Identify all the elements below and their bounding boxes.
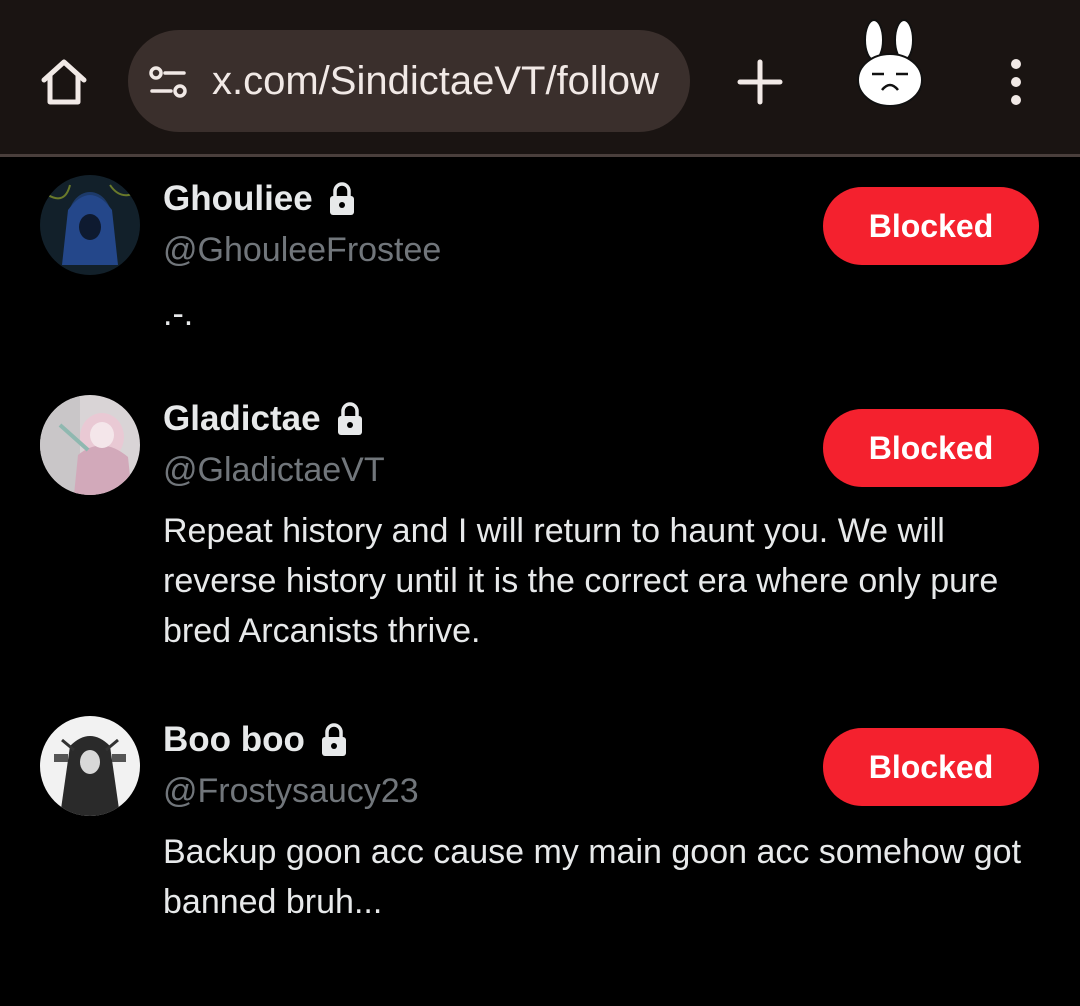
new-tab-button[interactable] bbox=[736, 58, 784, 106]
display-name[interactable]: Gladictae bbox=[163, 399, 365, 439]
bunny-avatar-icon bbox=[857, 19, 923, 107]
bio: .-. bbox=[163, 295, 194, 333]
lock-icon bbox=[321, 723, 346, 756]
home-button[interactable] bbox=[36, 54, 92, 110]
home-icon bbox=[41, 59, 87, 105]
handle[interactable]: @Frostysaucy23 bbox=[163, 772, 419, 811]
plus-icon bbox=[737, 59, 783, 105]
display-name[interactable]: Ghouliee bbox=[163, 179, 357, 219]
address-bar[interactable]: x.com/SindictaeVT/follow bbox=[128, 30, 690, 132]
avatar[interactable] bbox=[40, 716, 140, 816]
more-vertical-icon bbox=[1011, 59, 1021, 105]
avatar[interactable] bbox=[40, 175, 140, 275]
bio: Backup goon acc cause my main goon acc s… bbox=[163, 833, 1022, 921]
display-name-text[interactable]: Boo boo bbox=[163, 720, 305, 760]
handle[interactable]: @GladictaeVT bbox=[163, 451, 385, 490]
blocked-button[interactable]: Blocked bbox=[823, 409, 1039, 487]
more-menu-button[interactable] bbox=[996, 58, 1036, 106]
browser-toolbar: x.com/SindictaeVT/follow bbox=[0, 0, 1080, 157]
lock-icon bbox=[337, 402, 362, 435]
display-name-text[interactable]: Ghouliee bbox=[163, 179, 313, 219]
bio: Repeat history and I will return to haun… bbox=[163, 512, 999, 650]
url-text[interactable]: x.com/SindictaeVT/follow bbox=[212, 54, 682, 108]
display-name[interactable]: Boo boo bbox=[163, 720, 349, 760]
avatar[interactable] bbox=[40, 395, 140, 495]
blocked-button[interactable]: Blocked bbox=[823, 728, 1039, 806]
blocked-button[interactable]: Blocked bbox=[823, 187, 1039, 265]
display-name-text[interactable]: Gladictae bbox=[163, 399, 321, 439]
site-settings-icon[interactable] bbox=[148, 64, 188, 100]
profile-avatar-button[interactable] bbox=[852, 18, 928, 110]
handle[interactable]: @GhouleeFrostee bbox=[163, 231, 441, 270]
lock-icon bbox=[329, 182, 354, 215]
